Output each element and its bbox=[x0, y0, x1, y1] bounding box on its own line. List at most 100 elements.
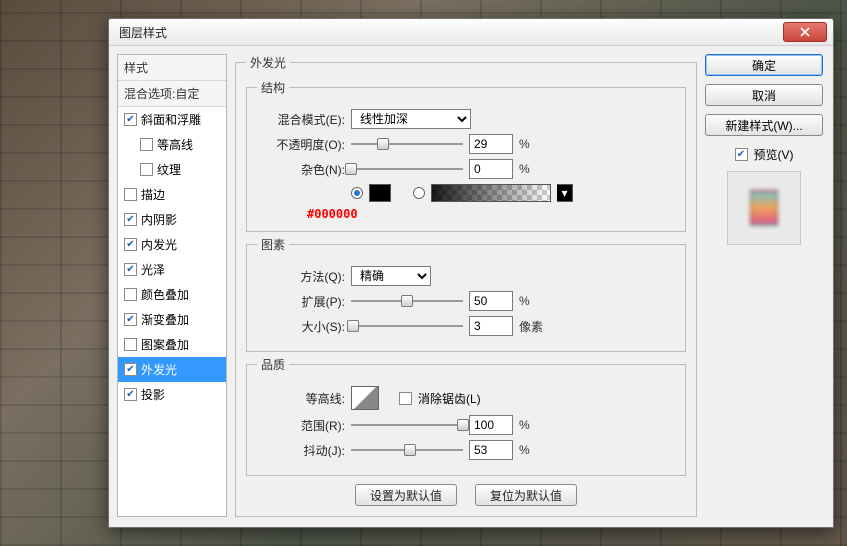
spread-label: 扩展(P): bbox=[257, 293, 345, 310]
panel-title: 外发光 bbox=[246, 54, 290, 71]
opacity-unit: % bbox=[519, 137, 530, 151]
layer-style-dialog: 图层样式 样式 混合选项:自定 斜面和浮雕等高线纹理描边内阴影内发光光泽颜色叠加… bbox=[108, 18, 834, 528]
contour-label: 等高线: bbox=[257, 390, 345, 407]
style-checkbox[interactable] bbox=[124, 113, 137, 126]
style-row-label: 内阴影 bbox=[141, 211, 177, 228]
preview-thumbnail bbox=[727, 171, 801, 245]
style-checkbox[interactable] bbox=[140, 163, 153, 176]
structure-group: 结构 混合模式(E): 线性加深 不透明度(O): % bbox=[246, 79, 686, 232]
gradient-dropdown-button[interactable]: ▾ bbox=[557, 184, 573, 202]
dialog-body: 样式 混合选项:自定 斜面和浮雕等高线纹理描边内阴影内发光光泽颜色叠加渐变叠加图… bbox=[109, 46, 833, 527]
options-panel: 外发光 结构 混合模式(E): 线性加深 不透明度(O): bbox=[235, 54, 697, 517]
style-list-header[interactable]: 样式 bbox=[118, 55, 226, 81]
gradient-picker[interactable] bbox=[431, 184, 551, 202]
preview-label: 预览(V) bbox=[754, 146, 794, 163]
color-hex-annotation: #000000 bbox=[307, 207, 675, 221]
spread-unit: % bbox=[519, 294, 530, 308]
style-row-1[interactable]: 等高线 bbox=[118, 132, 226, 157]
ok-button[interactable]: 确定 bbox=[705, 54, 823, 76]
antialias-label: 消除锯齿(L) bbox=[418, 390, 481, 407]
spread-input[interactable] bbox=[469, 291, 513, 311]
contour-picker[interactable] bbox=[351, 386, 379, 410]
color-gradient-radio[interactable] bbox=[413, 187, 425, 199]
style-row-6[interactable]: 光泽 bbox=[118, 257, 226, 282]
range-input[interactable] bbox=[469, 415, 513, 435]
style-row-label: 图案叠加 bbox=[141, 336, 189, 353]
style-checkbox[interactable] bbox=[124, 238, 137, 251]
style-row-label: 颜色叠加 bbox=[141, 286, 189, 303]
style-row-3[interactable]: 描边 bbox=[118, 182, 226, 207]
jitter-slider[interactable] bbox=[351, 443, 463, 457]
style-checkbox[interactable] bbox=[124, 213, 137, 226]
blending-options-row[interactable]: 混合选项:自定 bbox=[118, 81, 226, 107]
style-row-2[interactable]: 纹理 bbox=[118, 157, 226, 182]
size-input[interactable] bbox=[469, 316, 513, 336]
outer-glow-group: 外发光 结构 混合模式(E): 线性加深 不透明度(O): bbox=[235, 54, 697, 517]
opacity-input[interactable] bbox=[469, 134, 513, 154]
style-checkbox[interactable] bbox=[124, 338, 137, 351]
style-row-label: 斜面和浮雕 bbox=[141, 111, 201, 128]
range-label: 范围(R): bbox=[257, 417, 345, 434]
spread-slider[interactable] bbox=[351, 294, 463, 308]
style-checkbox[interactable] bbox=[140, 138, 153, 151]
elements-group: 图素 方法(Q): 精确 扩展(P): % 大小(S): bbox=[246, 236, 686, 352]
style-row-label: 等高线 bbox=[157, 136, 193, 153]
opacity-slider[interactable] bbox=[351, 137, 463, 151]
noise-input[interactable] bbox=[469, 159, 513, 179]
style-row-label: 描边 bbox=[141, 186, 165, 203]
close-icon bbox=[800, 27, 810, 37]
technique-select[interactable]: 精确 bbox=[351, 266, 431, 286]
quality-legend: 品质 bbox=[257, 356, 289, 373]
blend-mode-label: 混合模式(E): bbox=[257, 111, 345, 128]
titlebar[interactable]: 图层样式 bbox=[109, 19, 833, 46]
style-list: 样式 混合选项:自定 斜面和浮雕等高线纹理描边内阴影内发光光泽颜色叠加渐变叠加图… bbox=[117, 54, 227, 517]
style-row-7[interactable]: 颜色叠加 bbox=[118, 282, 226, 307]
style-row-9[interactable]: 图案叠加 bbox=[118, 332, 226, 357]
style-row-11[interactable]: 投影 bbox=[118, 382, 226, 407]
style-row-label: 渐变叠加 bbox=[141, 311, 189, 328]
style-row-label: 外发光 bbox=[141, 361, 177, 378]
style-row-label: 光泽 bbox=[141, 261, 165, 278]
style-row-5[interactable]: 内发光 bbox=[118, 232, 226, 257]
elements-legend: 图素 bbox=[257, 236, 289, 253]
style-checkbox[interactable] bbox=[124, 263, 137, 276]
opacity-label: 不透明度(O): bbox=[257, 136, 345, 153]
color-swatch[interactable] bbox=[369, 184, 391, 202]
right-column: 确定 取消 新建样式(W)... 预览(V) bbox=[705, 54, 823, 517]
range-slider[interactable] bbox=[351, 418, 463, 432]
blend-mode-select[interactable]: 线性加深 bbox=[351, 109, 471, 129]
cancel-button[interactable]: 取消 bbox=[705, 84, 823, 106]
size-unit: 像素 bbox=[519, 318, 543, 335]
jitter-input[interactable] bbox=[469, 440, 513, 460]
style-row-label: 投影 bbox=[141, 386, 165, 403]
style-row-10[interactable]: 外发光 bbox=[118, 357, 226, 382]
range-unit: % bbox=[519, 418, 530, 432]
size-slider[interactable] bbox=[351, 319, 463, 333]
structure-legend: 结构 bbox=[257, 79, 289, 96]
noise-unit: % bbox=[519, 162, 530, 176]
quality-group: 品质 等高线: 消除锯齿(L) 范围(R): % bbox=[246, 356, 686, 476]
style-row-label: 内发光 bbox=[141, 236, 177, 253]
style-checkbox[interactable] bbox=[124, 188, 137, 201]
style-checkbox[interactable] bbox=[124, 313, 137, 326]
style-row-4[interactable]: 内阴影 bbox=[118, 207, 226, 232]
preview-checkbox[interactable] bbox=[735, 148, 748, 161]
style-row-0[interactable]: 斜面和浮雕 bbox=[118, 107, 226, 132]
noise-slider[interactable] bbox=[351, 162, 463, 176]
size-label: 大小(S): bbox=[257, 318, 345, 335]
jitter-label: 抖动(J): bbox=[257, 442, 345, 459]
reset-default-button[interactable]: 复位为默认值 bbox=[475, 484, 577, 506]
jitter-unit: % bbox=[519, 443, 530, 457]
noise-label: 杂色(N): bbox=[257, 161, 345, 178]
new-style-button[interactable]: 新建样式(W)... bbox=[705, 114, 823, 136]
style-row-8[interactable]: 渐变叠加 bbox=[118, 307, 226, 332]
style-checkbox[interactable] bbox=[124, 288, 137, 301]
dialog-title: 图层样式 bbox=[119, 24, 167, 41]
set-default-button[interactable]: 设置为默认值 bbox=[355, 484, 457, 506]
color-solid-radio[interactable] bbox=[351, 187, 363, 199]
antialias-checkbox[interactable] bbox=[399, 392, 412, 405]
style-row-label: 纹理 bbox=[157, 161, 181, 178]
style-checkbox[interactable] bbox=[124, 363, 137, 376]
style-checkbox[interactable] bbox=[124, 388, 137, 401]
close-button[interactable] bbox=[783, 22, 827, 42]
